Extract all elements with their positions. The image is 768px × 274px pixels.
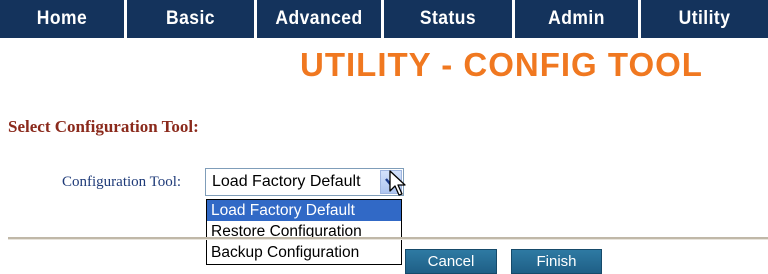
- config-tool-dropdown-list: Load Factory Default Restore Configurati…: [206, 199, 402, 265]
- tab-separator: [512, 0, 515, 38]
- tab-basic[interactable]: Basic: [132, 0, 249, 38]
- divider: [8, 237, 768, 240]
- tab-separator: [638, 0, 641, 38]
- tab-status[interactable]: Status: [389, 0, 507, 38]
- tab-home[interactable]: Home: [5, 0, 119, 38]
- tab-basic-label: Basic: [166, 8, 215, 29]
- option-backup-configuration[interactable]: Backup Configuration: [207, 242, 401, 263]
- mouse-cursor-icon: [389, 170, 406, 196]
- tab-utility-label: Utility: [678, 8, 731, 29]
- config-tool-select[interactable]: Load Factory Default: [205, 168, 404, 196]
- tab-separator: [381, 0, 384, 38]
- option-load-factory-default[interactable]: Load Factory Default: [207, 200, 401, 221]
- top-navigation: Home Basic Advanced Status Admin Utility: [0, 0, 768, 38]
- tab-admin[interactable]: Admin: [520, 0, 633, 38]
- tab-separator: [254, 0, 257, 38]
- finish-button[interactable]: Finish: [511, 249, 602, 274]
- section-heading: Select Configuration Tool:: [8, 117, 199, 136]
- cancel-button[interactable]: Cancel: [405, 249, 497, 274]
- tab-home-label: Home: [36, 8, 88, 29]
- config-tool-selected-value: Load Factory Default: [212, 173, 361, 190]
- tab-separator: [124, 0, 127, 38]
- page-title: UTILITY - CONFIG TOOL: [300, 46, 703, 83]
- tab-status-label: Status: [419, 8, 477, 29]
- tab-utility[interactable]: Utility: [646, 0, 763, 38]
- tab-admin-label: Admin: [548, 8, 605, 29]
- config-tool-label: Configuration Tool:: [62, 174, 182, 190]
- tab-advanced-label: Advanced: [275, 8, 363, 29]
- tab-advanced[interactable]: Advanced: [262, 0, 376, 38]
